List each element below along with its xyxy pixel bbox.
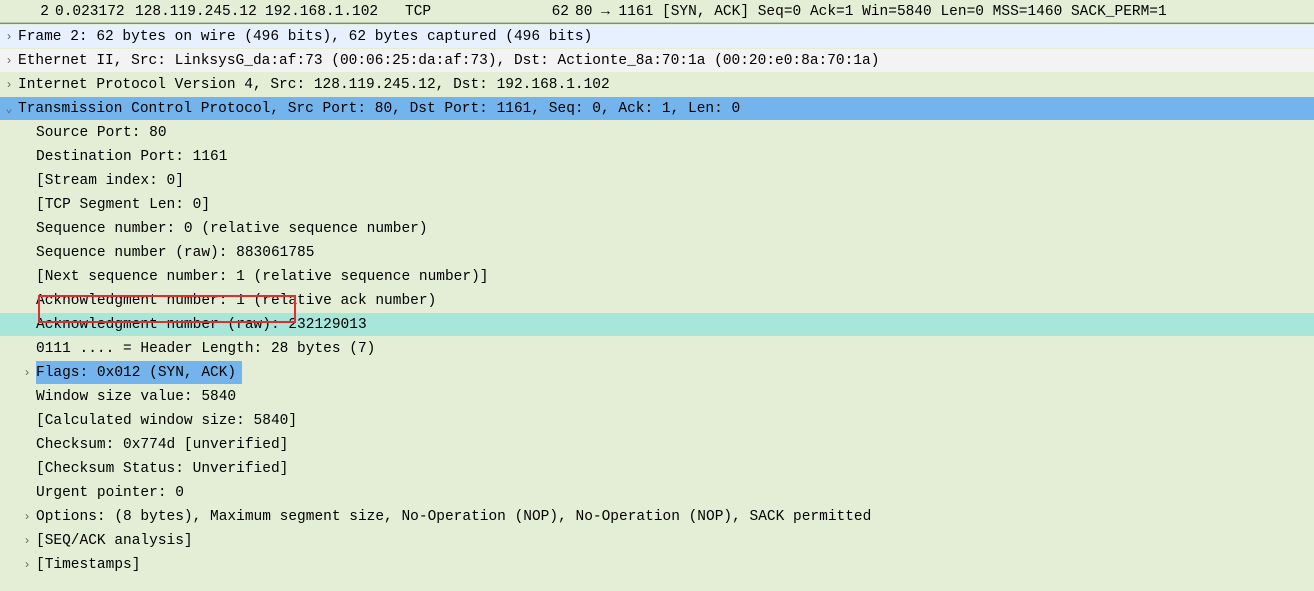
tcp-seq-raw-label: Sequence number (raw): 883061785 [36,241,314,265]
chevron-right-icon[interactable]: › [0,25,18,49]
tcp-header-len-label: 0111 .... = Header Length: 28 bytes (7) [36,337,375,361]
chevron-down-icon[interactable]: ⌄ [0,97,18,121]
tcp-checksum-status-label: [Checksum Status: Unverified] [36,457,288,481]
tcp-urgent-label: Urgent pointer: 0 [36,481,184,505]
tree-tcp[interactable]: ⌄ Transmission Control Protocol, Src Por… [0,96,1314,120]
col-len: 62 [459,1,569,22]
col-no: 2 [4,1,49,22]
tcp-flags-label: Flags: 0x012 (SYN, ACK) [36,361,242,385]
tcp-seq-ack-analysis[interactable]: › [SEQ/ACK analysis] [0,528,1314,552]
tcp-seq-rel[interactable]: · Sequence number: 0 (relative sequence … [0,216,1314,240]
chevron-right-icon[interactable]: › [0,49,18,73]
tcp-stream-index-label: [Stream index: 0] [36,169,184,193]
tcp-checksum[interactable]: · Checksum: 0x774d [unverified] [0,432,1314,456]
tree-ip-label: Internet Protocol Version 4, Src: 128.11… [18,73,610,97]
tcp-timestamps[interactable]: › [Timestamps] [0,552,1314,576]
tree-frame[interactable]: › Frame 2: 62 bytes on wire (496 bits), … [0,24,1314,48]
tree-ethernet-label: Ethernet II, Src: LinksysG_da:af:73 (00:… [18,49,879,73]
tcp-ack-raw[interactable]: · Acknowledgment number (raw): 232129013 [0,312,1314,336]
tcp-ack-raw-label: Acknowledgment number (raw): 232129013 [36,313,367,337]
tcp-ack-rel[interactable]: · Acknowledgment number: 1 (relative ack… [0,288,1314,312]
tcp-urgent[interactable]: · Urgent pointer: 0 [0,480,1314,504]
col-proto: TCP [399,1,459,22]
tcp-srcport[interactable]: · Source Port: 80 [0,120,1314,144]
tcp-window[interactable]: · Window size value: 5840 [0,384,1314,408]
tcp-timestamps-label: [Timestamps] [36,553,140,577]
tcp-window-label: Window size value: 5840 [36,385,236,409]
tcp-options-label: Options: (8 bytes), Maximum segment size… [36,505,871,529]
chevron-right-icon[interactable]: › [18,553,36,577]
tree-ethernet[interactable]: › Ethernet II, Src: LinksysG_da:af:73 (0… [0,48,1314,72]
tcp-seq-ack-analysis-label: [SEQ/ACK analysis] [36,529,193,553]
tcp-srcport-label: Source Port: 80 [36,121,167,145]
tree-ip[interactable]: › Internet Protocol Version 4, Src: 128.… [0,72,1314,96]
tcp-stream-index[interactable]: · [Stream index: 0] [0,168,1314,192]
tcp-seq-raw[interactable]: · Sequence number (raw): 883061785 [0,240,1314,264]
tcp-flags[interactable]: › Flags: 0x012 (SYN, ACK) [0,360,1314,384]
tcp-seg-len-label: [TCP Segment Len: 0] [36,193,210,217]
col-info: 80 → 1161 [SYN, ACK] Seq=0 Ack=1 Win=584… [569,1,1167,22]
tree-tcp-label: Transmission Control Protocol, Src Port:… [18,97,740,121]
tcp-window-calc-label: [Calculated window size: 5840] [36,409,297,433]
tcp-seq-rel-label: Sequence number: 0 (relative sequence nu… [36,217,428,241]
packet-details-pane: › Frame 2: 62 bytes on wire (496 bits), … [0,23,1314,576]
tcp-seg-len[interactable]: · [TCP Segment Len: 0] [0,192,1314,216]
tcp-next-seq[interactable]: · [Next sequence number: 1 (relative seq… [0,264,1314,288]
tree-frame-label: Frame 2: 62 bytes on wire (496 bits), 62… [18,25,592,49]
tcp-window-calc[interactable]: · [Calculated window size: 5840] [0,408,1314,432]
tcp-next-seq-label: [Next sequence number: 1 (relative seque… [36,265,488,289]
tcp-checksum-label: Checksum: 0x774d [unverified] [36,433,288,457]
col-time: 0.023172 [49,1,129,22]
packet-list-row[interactable]: 2 0.023172 128.119.245.12 192.168.1.102 … [0,0,1314,23]
tcp-dstport-label: Destination Port: 1161 [36,145,227,169]
tcp-options[interactable]: › Options: (8 bytes), Maximum segment si… [0,504,1314,528]
tcp-dstport[interactable]: · Destination Port: 1161 [0,144,1314,168]
tcp-ack-rel-label: Acknowledgment number: 1 (relative ack n… [36,289,436,313]
chevron-right-icon[interactable]: › [0,73,18,97]
col-dst: 192.168.1.102 [259,1,399,22]
tcp-checksum-status[interactable]: · [Checksum Status: Unverified] [0,456,1314,480]
tcp-header-len[interactable]: · 0111 .... = Header Length: 28 bytes (7… [0,336,1314,360]
col-src: 128.119.245.12 [129,1,259,22]
chevron-right-icon[interactable]: › [18,529,36,553]
chevron-right-icon[interactable]: › [18,361,36,385]
chevron-right-icon[interactable]: › [18,505,36,529]
